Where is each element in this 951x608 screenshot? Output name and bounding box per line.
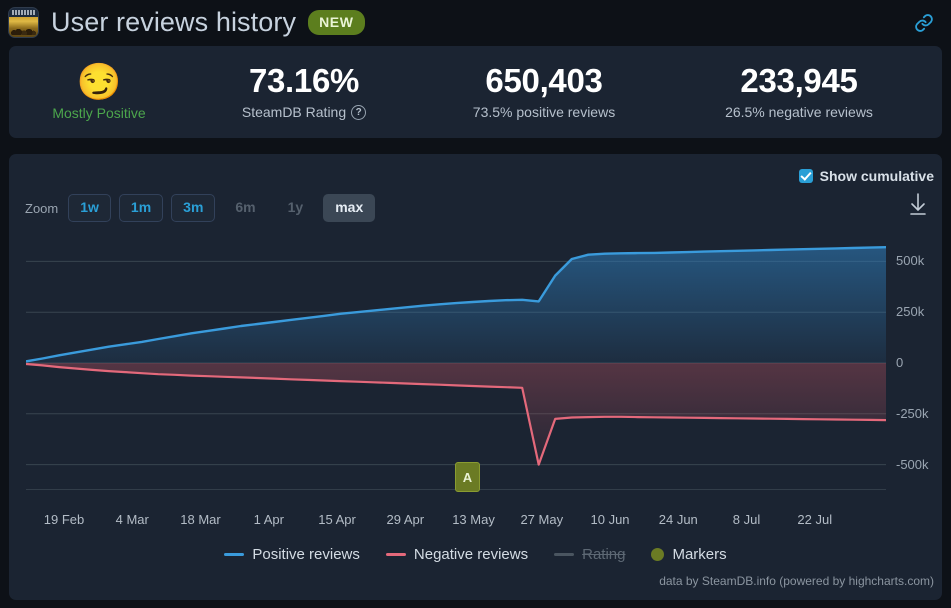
zoom-button-1w[interactable]: 1w [68,194,111,222]
y-axis-label: 0 [896,355,904,370]
download-icon[interactable] [907,192,929,218]
steamdb-rating-label: SteamDB Rating [241,104,347,120]
legend-swatch-positive [224,553,245,556]
x-axis-label: 24 Jun [658,512,698,527]
link-icon[interactable] [911,10,937,36]
smirk-emoji-icon: 😏 [76,61,122,102]
page-title: User reviews history [51,7,297,37]
y-axis-label: -500k [896,456,929,472]
chart-y-axis-labels: 500k 250k 0 -250k -500k [896,236,951,506]
zoom-button-max[interactable]: max [323,194,376,222]
legend-item-negative-reviews[interactable]: Negative reviews [385,546,529,563]
show-cumulative-toggle[interactable]: Show cumulative [798,168,934,184]
zoom-range-selector: Zoom 1w 1m 3m 6m 1y max [25,194,376,222]
zoom-button-1m[interactable]: 1m [118,194,164,222]
legend-label-positive: Positive reviews [252,546,360,563]
show-cumulative-label: Show cumulative [819,168,934,184]
new-badge: NEW [308,10,365,35]
steamdb-rating-block: 73.16% SteamDB Rating ? [189,62,419,122]
steamdb-rating-value: 73.16% [248,62,360,99]
x-axis-label: 22 Jul [797,512,833,527]
legend-label-markers: Markers [672,546,727,563]
help-icon[interactable]: ? [351,104,367,120]
x-axis-label: 13 May [452,512,495,527]
x-axis-label: 1 Apr [253,512,284,527]
zoom-button-6m: 6m [235,199,256,215]
legend-item-markers[interactable]: Markers [651,546,727,563]
x-axis-label: 4 Mar [115,512,149,527]
game-capsule-title-art [12,10,35,15]
x-axis-label: 8 Jul [732,512,761,527]
user-reviews-history-page: User reviews history NEW 😏 Mostly Positi… [0,0,951,608]
legend-swatch-rating [554,553,575,556]
x-axis-label: 10 Jun [590,512,630,527]
positive-reviews-percent: 73.5% positive reviews [472,104,616,120]
negative-reviews-count: 233,945 [740,62,858,99]
negative-reviews-percent: 26.5% negative reviews [725,104,873,120]
legend-swatch-negative [385,553,406,556]
positive-reviews-area [26,247,886,363]
chart-legend: Positive reviews Negative reviews Rating… [0,546,951,563]
y-axis-label: 500k [896,253,925,269]
x-axis-label: 27 May [520,512,564,527]
chart-x-axis-labels: 19 Feb 4 Mar 18 Mar 1 Apr 15 Apr 29 Apr 13 May… [0,512,951,534]
negative-reviews-block: 233,945 26.5% negative reviews [669,62,929,122]
y-axis-label: 250k [896,304,925,320]
verdict-block: 😏 Mostly Positive [9,61,189,122]
page-header: User reviews history NEW [0,0,951,45]
y-axis-label: -250k [896,405,929,421]
zoom-label: Zoom [25,200,59,216]
review-verdict: Mostly Positive [52,105,146,121]
chart-marker-a[interactable]: A [455,462,480,492]
show-cumulative-checkbox[interactable] [798,169,813,183]
x-axis-label: 18 Mar [180,512,221,527]
zoom-button-1y: 1y [287,199,304,215]
chart-credit[interactable]: data by SteamDB.info (powered by highcha… [659,574,934,588]
x-axis-label: 15 Apr [318,512,356,527]
legend-item-rating[interactable]: Rating [554,546,625,563]
x-axis-label: 19 Feb [43,512,85,527]
legend-swatch-markers [651,548,665,561]
legend-item-positive-reviews[interactable]: Positive reviews [224,546,360,563]
game-capsule-icon[interactable] [8,7,39,38]
legend-label-rating: Rating [582,546,626,563]
legend-label-negative: Negative reviews [413,546,529,563]
positive-reviews-count: 650,403 [485,62,603,99]
positive-reviews-block: 650,403 73.5% positive reviews [419,62,669,122]
review-summary-card: 😏 Mostly Positive 73.16% SteamDB Rating … [9,46,942,138]
zoom-button-3m[interactable]: 3m [171,194,216,222]
steamdb-rating-label-row: SteamDB Rating ? [241,104,367,120]
reviews-chart-svg[interactable] [26,236,886,490]
x-axis-label: 29 Apr [386,512,425,527]
reviews-plot[interactable] [26,236,886,490]
game-capsule-figures [11,22,36,35]
